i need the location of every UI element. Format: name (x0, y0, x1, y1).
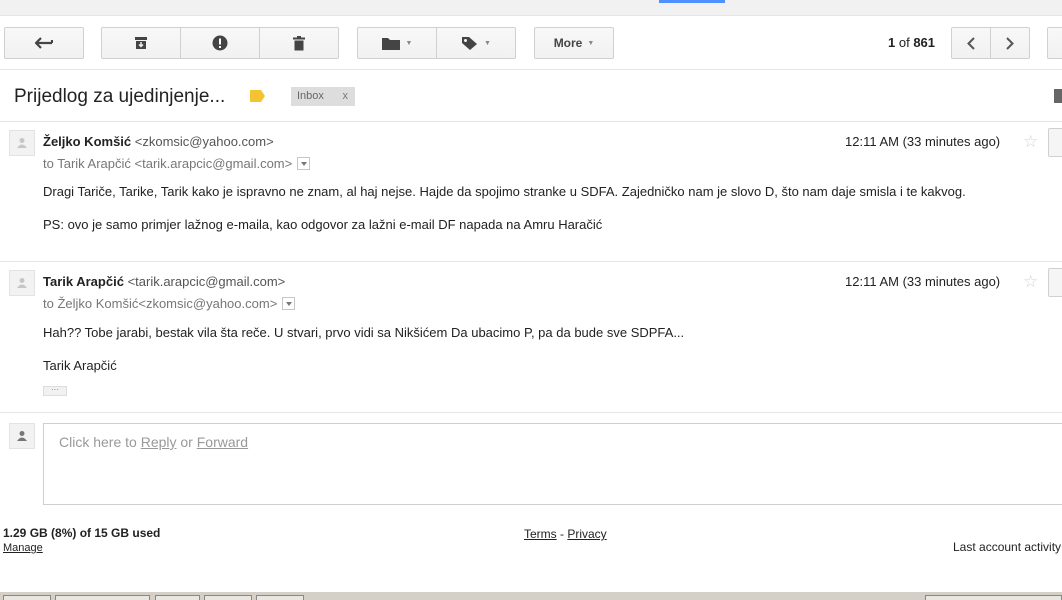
recipient-line: to Željko Komšić<zkomsic@yahoo.com> (43, 296, 296, 311)
os-taskbar (0, 591, 1062, 600)
avatar (9, 130, 35, 156)
sender-name: Željko Komšić (43, 134, 132, 149)
folder-icon (381, 37, 400, 50)
star-icon[interactable]: ☆ (1023, 133, 1038, 150)
archive-button[interactable] (101, 27, 181, 59)
message-body-line: PS: ovo je samo primjer lažnog e-maila, … (43, 217, 603, 232)
chevron-down-icon: ▼ (405, 39, 413, 47)
inbox-label-chip: Inbox x (291, 87, 355, 106)
footer-links: Terms - Privacy (524, 527, 607, 541)
archive-icon (135, 37, 147, 49)
top-bar-accent (659, 0, 725, 3)
reply-or: or (176, 434, 197, 450)
message-2: Tarik Arapčić <tarik.arapcic@gmail.com> … (0, 261, 1062, 411)
person-icon (17, 278, 27, 288)
taskbar-item[interactable] (256, 595, 304, 600)
privacy-link[interactable]: Privacy (567, 527, 606, 541)
settings-button[interactable] (1047, 27, 1062, 59)
move-to-button[interactable]: ▼ (357, 27, 437, 59)
details-dropdown-icon[interactable] (297, 157, 311, 171)
message-1: Željko Komšić <zkomsic@yahoo.com> 12:11 … (0, 121, 1062, 261)
storage-usage: 1.29 GB (8%) of 15 GB used (3, 526, 161, 540)
pager-current: 1 (888, 35, 896, 50)
reply-link[interactable]: Reply (141, 434, 177, 450)
sender[interactable]: Željko Komšić <zkomsic@yahoo.com> (43, 134, 274, 149)
sender-email: <zkomsic@yahoo.com> (134, 134, 274, 149)
recipient-text: to Željko Komšić<zkomsic@yahoo.com> (43, 296, 278, 311)
print-icon[interactable] (1054, 89, 1062, 103)
chevron-left-icon (967, 36, 975, 50)
conversation-subject: Prijedlog za ujedinjenje... (14, 86, 226, 107)
chevron-down-icon: ▼ (587, 39, 595, 47)
remove-label-button[interactable]: x (343, 87, 349, 106)
person-icon (17, 431, 27, 441)
signature-line: Tarik Arapčić (43, 358, 117, 373)
trash-icon (293, 35, 305, 50)
pager-of: of (898, 35, 910, 50)
terms-link[interactable]: Terms (524, 527, 557, 541)
toolbar: ▼ ▼ More ▼ 1 of 861 (0, 16, 1062, 70)
chevron-down-icon: ▼ (484, 39, 491, 47)
important-marker-icon[interactable] (250, 90, 265, 102)
more-label: More (553, 36, 583, 50)
details-dropdown-icon[interactable] (282, 297, 296, 311)
inbox-label-text: Inbox (297, 90, 324, 102)
top-bar (0, 0, 1062, 16)
newer-button[interactable] (951, 27, 991, 59)
taskbar-item[interactable] (155, 595, 200, 600)
delete-button[interactable] (259, 27, 339, 59)
chevron-right-icon (1006, 36, 1014, 50)
taskbar-item[interactable] (55, 595, 150, 600)
footer-sep: - (556, 527, 568, 541)
pager-total: 861 (913, 35, 936, 50)
avatar (9, 423, 35, 449)
last-account-activity: Last account activity (953, 540, 1062, 554)
back-arrow-icon (35, 37, 53, 49)
labels-button[interactable]: ▼ (436, 27, 516, 59)
label-icon (462, 36, 478, 50)
divider (0, 412, 1062, 413)
sender[interactable]: Tarik Arapčić <tarik.arapcic@gmail.com> (43, 274, 285, 289)
message-time: 12:11 AM (33 minutes ago) (845, 274, 1001, 289)
reply-button[interactable] (1048, 128, 1062, 157)
pager-count: 1 of 861 (888, 35, 935, 50)
message-time: 12:11 AM (33 minutes ago) (845, 134, 1001, 149)
message-body-line: Hah?? Tobe jarabi, bestak vila šta reče.… (43, 325, 685, 340)
taskbar-item[interactable] (204, 595, 252, 600)
avatar (9, 270, 35, 296)
recipient-text: to Tarik Arapčić <tarik.arapcic@gmail.co… (43, 156, 293, 171)
reply-prefix: Click here to (59, 434, 141, 450)
sender-email: <tarik.arapcic@gmail.com> (127, 274, 286, 289)
report-spam-button[interactable] (180, 27, 260, 59)
start-button[interactable] (3, 595, 51, 600)
reply-prompt: Click here to Reply or Forward (59, 434, 248, 450)
star-icon[interactable]: ☆ (1023, 273, 1038, 290)
sender-name: Tarik Arapčić (43, 274, 124, 289)
message-body-line: Dragi Tariče, Tarike, Tarik kako je ispr… (43, 184, 966, 199)
forward-link[interactable]: Forward (197, 434, 248, 450)
report-spam-icon (212, 35, 228, 51)
gmail-conversation-view: ▼ ▼ More ▼ 1 of 861 Prijedlog za ujedinj… (0, 0, 1062, 600)
reply-button[interactable] (1048, 268, 1062, 297)
recipient-line: to Tarik Arapčić <tarik.arapcic@gmail.co… (43, 156, 311, 171)
person-icon (17, 138, 27, 148)
system-tray (925, 595, 1062, 600)
more-button[interactable]: More ▼ (534, 27, 614, 59)
back-button[interactable] (4, 27, 84, 59)
older-button[interactable] (990, 27, 1030, 59)
reply-box[interactable]: Click here to Reply or Forward (43, 423, 1062, 505)
show-trimmed-content-button[interactable]: ··· (43, 386, 67, 396)
manage-storage-link[interactable]: Manage (3, 542, 43, 554)
